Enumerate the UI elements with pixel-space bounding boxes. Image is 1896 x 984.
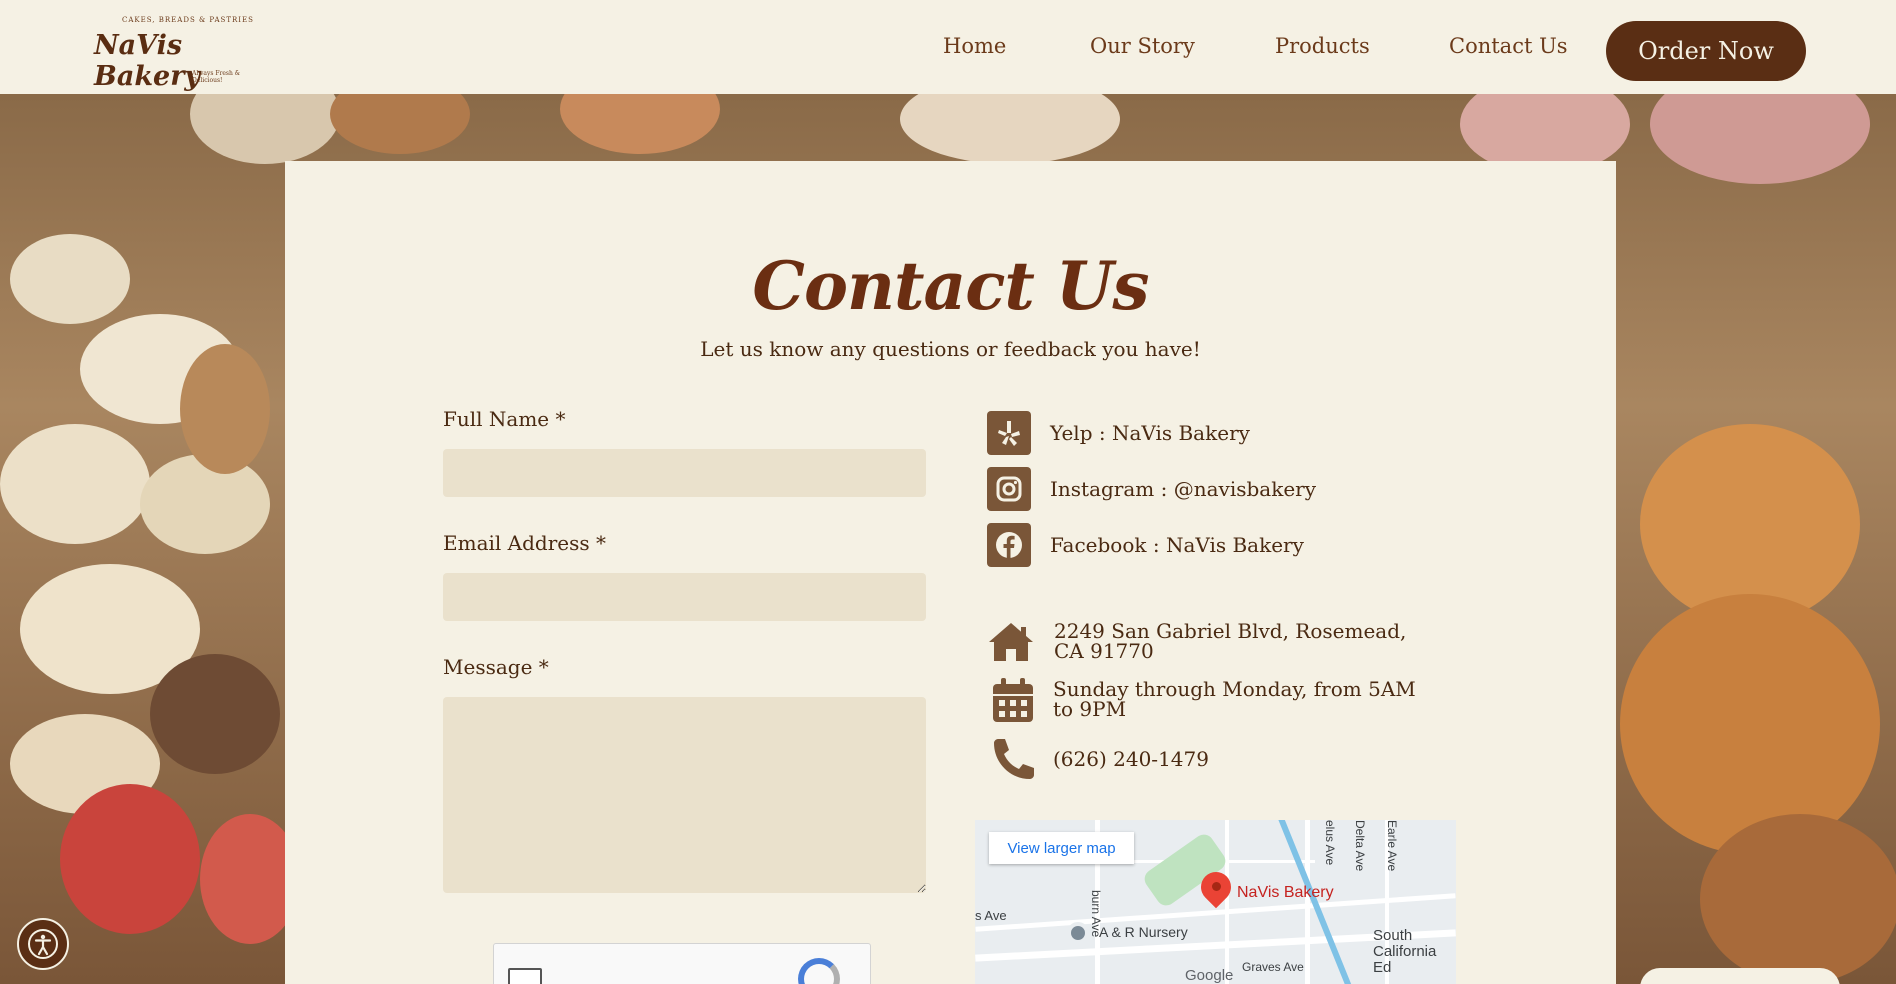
page-title: Contact Us <box>752 247 1149 325</box>
full-name-label: Full Name * <box>443 407 566 431</box>
home-icon <box>987 618 1035 666</box>
calendar-icon <box>989 676 1037 724</box>
recaptcha-checkbox[interactable] <box>508 968 542 984</box>
recaptcha-logo-icon <box>798 958 840 984</box>
google-map[interactable]: View larger map NaVis Bakery A & R Nurse… <box>975 820 1456 984</box>
logo-tagline-bottom: Always Fresh & Delicious! <box>192 70 241 84</box>
nav-products-link[interactable]: Products <box>1275 34 1370 58</box>
hours-text: Sunday through Monday, from 5AM to 9PM <box>1053 677 1416 721</box>
email-label: Email Address * <box>443 531 606 555</box>
facebook-icon <box>987 523 1031 567</box>
instagram-icon <box>987 467 1031 511</box>
map-pin-label: NaVis Bakery <box>1237 884 1334 901</box>
nav-home-link[interactable]: Home <box>943 34 1006 58</box>
nursery-marker-icon <box>1067 922 1089 944</box>
page-subtitle: Let us know any questions or feedback yo… <box>700 337 1201 361</box>
site-header: CAKES, BREADS & PASTRIES NaVis Bakery Al… <box>0 0 1896 94</box>
contact-card: Contact Us Let us know any questions or … <box>285 161 1616 984</box>
nav-our-story-link[interactable]: Our Story <box>1090 34 1195 58</box>
nav-contact-us-link[interactable]: Contact Us <box>1449 34 1568 58</box>
message-textarea[interactable] <box>443 697 926 893</box>
recaptcha-widget[interactable] <box>493 943 871 984</box>
navis-bakery-logo[interactable]: CAKES, BREADS & PASTRIES NaVis Bakery Al… <box>92 12 264 92</box>
yelp-icon <box>987 411 1031 455</box>
accessibility-button[interactable] <box>17 918 69 970</box>
message-label: Message * <box>443 655 549 679</box>
view-larger-map-button[interactable]: View larger map <box>989 832 1134 864</box>
phone-icon <box>989 736 1037 784</box>
address-text: 2249 San Gabriel Blvd, Rosemead, CA 9177… <box>1054 619 1407 663</box>
map-label-earle-ave: Earle Ave <box>1385 820 1399 872</box>
order-now-button[interactable]: Order Now <box>1606 21 1806 81</box>
map-label-delta-ave: Delta Ave <box>1353 820 1367 872</box>
map-label-s-ave: s Ave <box>975 908 1007 923</box>
google-logo: Google <box>1185 967 1234 984</box>
instagram-text: Instagram : @navisbakery <box>1050 477 1317 501</box>
instagram-row[interactable]: Instagram : @navisbakery <box>987 467 1316 511</box>
facebook-row[interactable]: Facebook : NaVis Bakery <box>987 523 1304 567</box>
map-label-graves: Graves Ave <box>1242 960 1304 974</box>
phone-text[interactable]: (626) 240-1479 <box>1053 747 1209 771</box>
chat-widget[interactable] <box>1640 968 1840 984</box>
yelp-row[interactable]: Yelp : NaVis Bakery <box>987 411 1250 455</box>
logo-tagline-top: CAKES, BREADS & PASTRIES <box>122 16 254 24</box>
email-input[interactable] <box>443 573 926 621</box>
map-label-elus-ave: elus Ave <box>1323 820 1337 866</box>
full-name-input[interactable] <box>443 449 926 497</box>
facebook-text: Facebook : NaVis Bakery <box>1050 533 1304 557</box>
map-label-south-ca: South California Ed <box>1373 927 1437 976</box>
map-label-nursery: A & R Nursery <box>1099 924 1188 940</box>
yelp-text: Yelp : NaVis Bakery <box>1050 421 1250 445</box>
accessibility-icon <box>28 929 58 959</box>
map-label-burn-ave: burn Ave <box>1089 890 1103 938</box>
